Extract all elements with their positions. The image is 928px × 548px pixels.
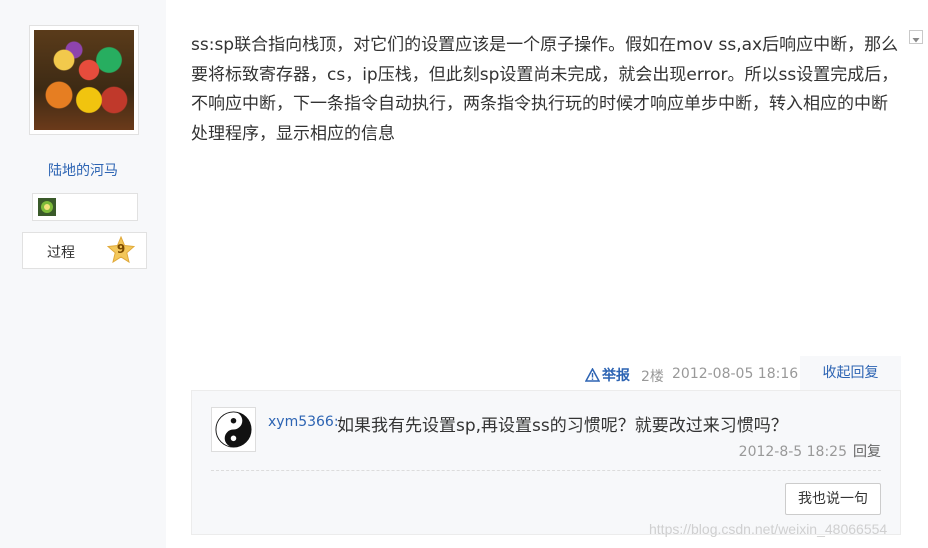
floor-number: 2楼: [641, 369, 664, 385]
reply-meta: 2012-8-5 18:25 回复: [739, 441, 881, 461]
report-link[interactable]: 举报: [584, 365, 630, 385]
reply-username[interactable]: xym5366:: [268, 414, 339, 430]
level-number: 9: [116, 242, 126, 256]
reply-link[interactable]: 回复: [853, 444, 881, 460]
reply-text: 如果我有先设置sp,再设置ss的习惯呢？就要改过来习惯吗？: [337, 416, 788, 436]
medal-box: [32, 193, 138, 221]
reply-section: xym5366: 如果我有先设置sp,再设置ss的习惯呢？就要改过来习惯吗？ 2…: [191, 390, 901, 535]
medal-icon[interactable]: [38, 198, 56, 216]
reply-divider: [211, 470, 881, 471]
post-tail: 举报 2楼 2012-08-05 18:16 收起回复: [0, 356, 928, 390]
report-label: 举报: [602, 368, 630, 384]
post-time: 2012-08-05 18:16: [672, 366, 799, 382]
yin-yang-icon: [215, 411, 252, 448]
author-username[interactable]: 陆地的河马: [0, 160, 166, 180]
fruit-avatar-image: [34, 30, 134, 130]
author-sidebar: 陆地的河马 过程 9: [0, 0, 166, 548]
level-badge[interactable]: 过程 9: [22, 232, 147, 269]
menu-dropdown-icon[interactable]: [909, 30, 923, 44]
warning-icon: [584, 367, 601, 382]
author-avatar[interactable]: [29, 25, 139, 135]
collapse-replies-button[interactable]: 收起回复: [800, 356, 901, 390]
reply-avatar[interactable]: [211, 407, 256, 452]
level-name: 过程: [47, 245, 75, 261]
reply-time: 2012-8-5 18:25: [738, 444, 847, 460]
post-content: ss:sp联合指向栈顶，对它们的设置应该是一个原子操作。假如在mov ss,ax…: [191, 35, 899, 144]
triangle-down-icon: [912, 38, 920, 43]
add-comment-button[interactable]: 我也说一句: [785, 483, 881, 515]
watermark: https://blog.csdn.net/weixin_48066554: [649, 521, 888, 537]
